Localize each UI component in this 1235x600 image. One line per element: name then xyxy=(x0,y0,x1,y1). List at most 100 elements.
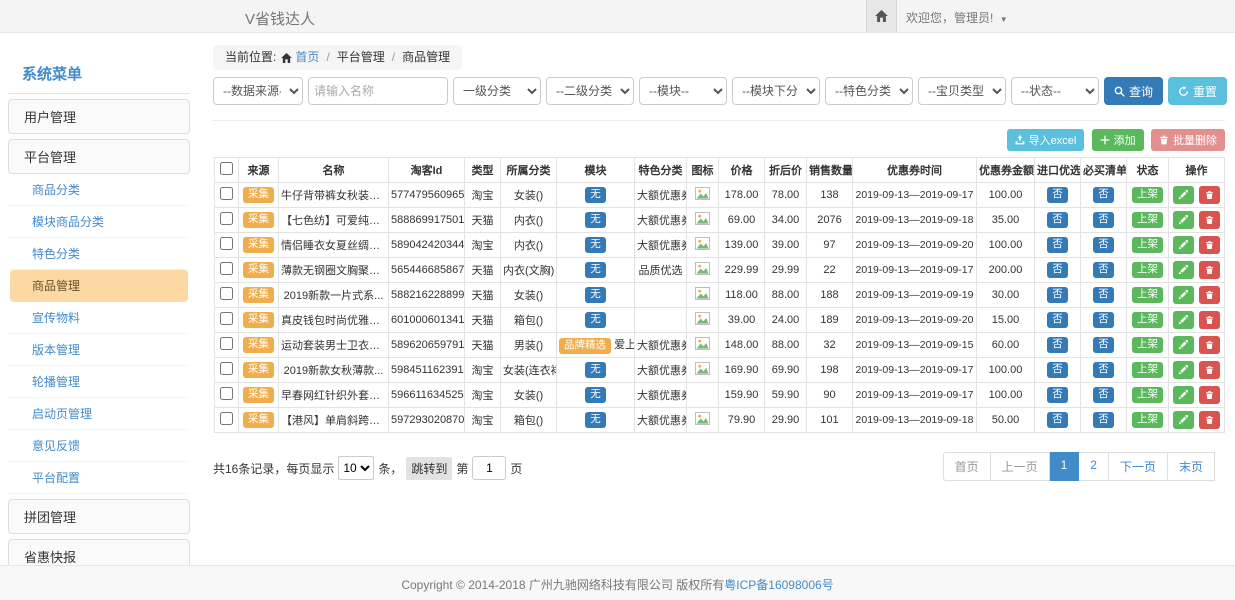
must-buy-toggle[interactable]: 否 xyxy=(1093,237,1114,253)
imported-toggle[interactable]: 否 xyxy=(1047,187,1068,203)
batch-delete-button[interactable]: 批量删除 xyxy=(1151,129,1225,151)
delete-button[interactable] xyxy=(1199,311,1220,329)
imported-toggle[interactable]: 否 xyxy=(1047,362,1068,378)
row-checkbox[interactable] xyxy=(220,262,233,275)
delete-button[interactable] xyxy=(1199,386,1220,404)
must-buy-toggle[interactable]: 否 xyxy=(1093,387,1114,403)
sidebar-item[interactable]: 用户管理 xyxy=(8,99,190,134)
status-badge[interactable]: 上架 xyxy=(1132,362,1163,378)
imported-toggle[interactable]: 否 xyxy=(1047,387,1068,403)
status-badge[interactable]: 上架 xyxy=(1132,312,1163,328)
filter-select[interactable]: --二级分类-- xyxy=(546,77,634,105)
edit-button[interactable] xyxy=(1173,336,1194,354)
sidebar-item[interactable]: 商品分类 xyxy=(10,174,188,206)
edit-button[interactable] xyxy=(1173,386,1194,404)
sidebar-item[interactable]: 启动页管理 xyxy=(10,398,188,430)
must-buy-toggle[interactable]: 否 xyxy=(1093,312,1114,328)
status-badge[interactable]: 上架 xyxy=(1132,237,1163,253)
edit-button[interactable] xyxy=(1173,186,1194,204)
row-checkbox[interactable] xyxy=(220,362,233,375)
add-button[interactable]: 添加 xyxy=(1092,129,1144,151)
must-buy-toggle[interactable]: 否 xyxy=(1093,187,1114,203)
imported-toggle[interactable]: 否 xyxy=(1047,312,1068,328)
page-button[interactable]: 首页 xyxy=(943,452,991,481)
delete-button[interactable] xyxy=(1199,361,1220,379)
must-buy-toggle[interactable]: 否 xyxy=(1093,412,1114,428)
icp-link[interactable]: 粤ICP备16098006号 xyxy=(724,578,833,592)
search-button[interactable]: 查询 xyxy=(1104,77,1163,105)
filter-select[interactable]: 一级分类 xyxy=(453,77,541,105)
edit-button[interactable] xyxy=(1173,261,1194,279)
page-button[interactable]: 上一页 xyxy=(991,452,1050,481)
edit-button[interactable] xyxy=(1173,286,1194,304)
delete-button[interactable] xyxy=(1199,411,1220,429)
row-checkbox[interactable] xyxy=(220,287,233,300)
sidebar-item[interactable]: 模块商品分类 xyxy=(10,206,188,238)
sidebar-item[interactable]: 特色分类 xyxy=(10,238,188,270)
page-button[interactable]: 下一页 xyxy=(1109,452,1168,481)
status-badge[interactable]: 上架 xyxy=(1132,262,1163,278)
name-search-input[interactable] xyxy=(308,77,448,105)
status-badge[interactable]: 上架 xyxy=(1132,412,1163,428)
row-checkbox[interactable] xyxy=(220,212,233,225)
status-badge[interactable]: 上架 xyxy=(1132,287,1163,303)
delete-button[interactable] xyxy=(1199,261,1220,279)
sidebar-item[interactable]: 轮播管理 xyxy=(10,366,188,398)
sidebar-item[interactable]: 平台管理 xyxy=(8,139,190,174)
edit-button[interactable] xyxy=(1173,211,1194,229)
page-button[interactable]: 1 xyxy=(1050,452,1080,481)
row-checkbox[interactable] xyxy=(220,187,233,200)
reset-button[interactable]: 重置 xyxy=(1168,77,1227,105)
select-all-checkbox[interactable] xyxy=(220,162,233,175)
status-badge[interactable]: 上架 xyxy=(1132,212,1163,228)
user-menu[interactable]: 欢迎您，管理员! ▼ xyxy=(906,9,1008,26)
row-checkbox[interactable] xyxy=(220,312,233,325)
sidebar-item[interactable]: 拼团管理 xyxy=(8,499,190,534)
sidebar-item[interactable]: 宣传物料 xyxy=(10,302,188,334)
delete-button[interactable] xyxy=(1199,186,1220,204)
data-source-select[interactable]: --数据来源-- xyxy=(213,77,303,105)
must-buy-toggle[interactable]: 否 xyxy=(1093,212,1114,228)
imported-toggle[interactable]: 否 xyxy=(1047,212,1068,228)
page-jump-input[interactable] xyxy=(472,456,506,480)
imported-toggle[interactable]: 否 xyxy=(1047,287,1068,303)
page-button[interactable]: 2 xyxy=(1079,452,1109,481)
delete-button[interactable] xyxy=(1199,211,1220,229)
row-checkbox[interactable] xyxy=(220,387,233,400)
filter-select[interactable]: --状态-- xyxy=(1011,77,1099,105)
edit-button[interactable] xyxy=(1173,361,1194,379)
must-buy-toggle[interactable]: 否 xyxy=(1093,362,1114,378)
imported-toggle[interactable]: 否 xyxy=(1047,262,1068,278)
edit-button[interactable] xyxy=(1173,411,1194,429)
jump-button[interactable]: 跳转到 xyxy=(406,457,452,480)
delete-button[interactable] xyxy=(1199,336,1220,354)
delete-button[interactable] xyxy=(1199,236,1220,254)
imported-toggle[interactable]: 否 xyxy=(1047,412,1068,428)
must-buy-toggle[interactable]: 否 xyxy=(1093,337,1114,353)
filter-select[interactable]: --宝贝类型-- xyxy=(918,77,1006,105)
status-badge[interactable]: 上架 xyxy=(1132,187,1163,203)
must-buy-toggle[interactable]: 否 xyxy=(1093,262,1114,278)
filter-select[interactable]: --模块-- xyxy=(639,77,727,105)
per-page-select[interactable]: 10 xyxy=(338,456,374,480)
sidebar-item[interactable]: 商品管理 xyxy=(10,270,188,302)
import-excel-button[interactable]: 导入excel xyxy=(1007,129,1085,151)
filter-select[interactable]: --模块下分类-- xyxy=(732,77,820,105)
home-button[interactable] xyxy=(866,0,897,32)
row-checkbox[interactable] xyxy=(220,412,233,425)
filter-select[interactable]: --特色分类-- xyxy=(825,77,913,105)
imported-toggle[interactable]: 否 xyxy=(1047,237,1068,253)
sidebar-item[interactable]: 意见反馈 xyxy=(10,430,188,462)
edit-button[interactable] xyxy=(1173,236,1194,254)
sidebar-item[interactable]: 版本管理 xyxy=(10,334,188,366)
must-buy-toggle[interactable]: 否 xyxy=(1093,287,1114,303)
breadcrumb-home-link[interactable]: 首页 xyxy=(295,45,319,70)
sidebar-item[interactable]: 平台配置 xyxy=(10,462,188,494)
status-badge[interactable]: 上架 xyxy=(1132,337,1163,353)
delete-button[interactable] xyxy=(1199,286,1220,304)
edit-button[interactable] xyxy=(1173,311,1194,329)
status-badge[interactable]: 上架 xyxy=(1132,387,1163,403)
row-checkbox[interactable] xyxy=(220,237,233,250)
page-button[interactable]: 末页 xyxy=(1168,452,1215,481)
imported-toggle[interactable]: 否 xyxy=(1047,337,1068,353)
